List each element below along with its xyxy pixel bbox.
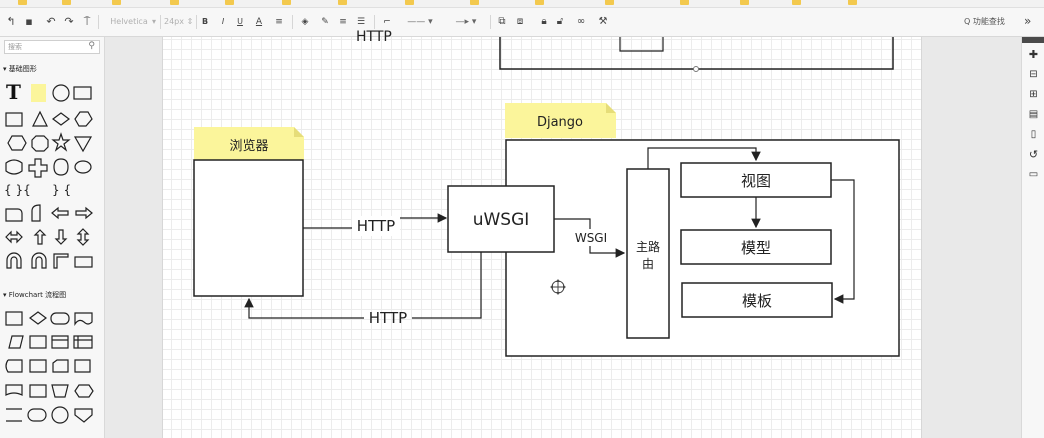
top-inner-box[interactable] [619, 37, 664, 52]
django-note-label: Django [537, 115, 583, 130]
http-back-edge-left[interactable] [244, 297, 364, 319]
http-forward-label[interactable]: HTTP [357, 217, 395, 235]
format-icon[interactable]: ⊟ [1027, 68, 1040, 81]
browser-note-fold [294, 127, 304, 137]
template-label: 模板 [742, 292, 772, 310]
view-label: 视图 [741, 172, 771, 190]
comment-icon[interactable]: ▭ [1027, 168, 1040, 181]
model-label: 模型 [741, 239, 771, 257]
selection-handle[interactable] [693, 66, 699, 72]
router-label-line2: 由 [642, 257, 654, 271]
top-partial-http-label: HTTP [356, 29, 392, 45]
drawio-app: ↰ ▪ ↶ ↷ ⍑ Helvetica ▾ 24px ⇕ B I U A ≡ ◈… [0, 0, 1044, 438]
http-back-edge-right[interactable] [412, 252, 482, 319]
sidebar-top-bar [1022, 37, 1044, 43]
django-note-fold [606, 103, 616, 113]
wsgi-label[interactable]: WSGI [575, 231, 607, 245]
navigate-icon[interactable]: ✚ [1027, 48, 1040, 61]
layers-icon[interactable]: ▤ [1027, 108, 1040, 121]
page-icon[interactable]: ▯ [1027, 128, 1040, 141]
http-back-label[interactable]: HTTP [369, 309, 407, 327]
uwsgi-label: uWSGI [473, 210, 530, 230]
browser-note-label: 浏览器 [229, 138, 268, 154]
top-container-box[interactable] [499, 37, 894, 70]
browser-box[interactable] [193, 159, 304, 297]
right-sidebar: ✚ ⊟ ⊞ ▤ ▯ ↺ ▭ [1021, 37, 1044, 438]
diagram-svg: HTTP 浏览器 Django uWSGI HTTP HTTP WSGI 主路 [193, 29, 900, 357]
outline-icon[interactable]: ⊞ [1027, 88, 1040, 101]
router-label-line1: 主路 [636, 239, 660, 254]
history-icon[interactable]: ↺ [1027, 148, 1040, 161]
